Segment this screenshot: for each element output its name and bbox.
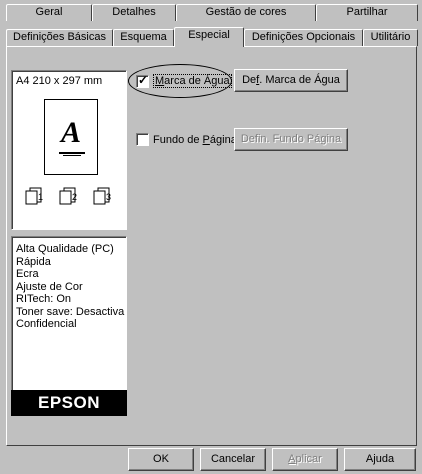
- accelerator-key: P: [202, 133, 210, 146]
- tab-definicoes-opcionais[interactable]: Definições Opcionais: [244, 29, 363, 46]
- page-text-line: [59, 152, 85, 154]
- ok-button[interactable]: OK: [128, 448, 194, 471]
- cancel-button[interactable]: Cancelar: [200, 448, 266, 471]
- checkmark-icon: ✓: [138, 72, 149, 87]
- copy-page-icon: 3: [93, 187, 111, 205]
- settings-list: Alta Qualidade (PC) Rápida Ecra Ajuste d…: [16, 243, 124, 331]
- page-glyph: A: [60, 116, 81, 149]
- tab-esquema[interactable]: Esquema: [113, 29, 174, 46]
- accelerator-key: A: [288, 453, 296, 465]
- list-item: Confidencial: [16, 318, 77, 330]
- paper-preview: A4 210 x 297 mm A 1 2 3: [11, 70, 127, 230]
- tab-especial[interactable]: Especial: [174, 27, 244, 47]
- tab-definicoes-basicas[interactable]: Definições Básicas: [6, 29, 113, 46]
- printer-properties-dialog: Geral Detalhes Gestão de cores Partilhar…: [0, 0, 422, 474]
- list-item: Alta Qualidade (PC): [16, 243, 114, 255]
- define-watermark-button[interactable]: Def. Marca de Água: [234, 69, 348, 92]
- list-item: RITech: On: [16, 293, 72, 305]
- list-item: Toner save: Desactiva: [16, 305, 125, 318]
- page-background-checkbox-row[interactable]: Fundo de Página: [136, 133, 237, 146]
- page-preview-icon: A: [44, 99, 98, 175]
- tab-row-back: Geral Detalhes Gestão de cores Partilhar: [6, 4, 418, 21]
- copy-number: 2: [72, 192, 77, 202]
- copy-page-icon: 1: [25, 187, 43, 205]
- epson-logo: EPSON: [11, 390, 127, 416]
- collate-copies-icon: 1 2 3: [24, 187, 120, 207]
- tab-partilhar[interactable]: Partilhar: [316, 4, 418, 21]
- page-background-checkbox[interactable]: [136, 133, 149, 146]
- page-text-line: [63, 155, 81, 156]
- tab-geral[interactable]: Geral: [6, 4, 92, 21]
- tab-gestao-de-cores[interactable]: Gestão de cores: [176, 4, 316, 21]
- apply-button[interactable]: Aplicar: [272, 448, 338, 471]
- tab-row-front: Definições Básicas Esquema Especial Defi…: [6, 27, 418, 47]
- help-button[interactable]: Ajuda: [344, 448, 416, 471]
- list-item: Ecra: [16, 268, 39, 280]
- watermark-label: Marca de Água: [153, 74, 232, 88]
- paper-size-label: A4 210 x 297 mm: [16, 75, 103, 87]
- accelerator-key: M: [155, 75, 165, 87]
- watermark-checkbox[interactable]: ✓: [136, 72, 149, 88]
- copy-page-icon: 2: [59, 187, 77, 205]
- settings-summary: Alta Qualidade (PC) Rápida Ecra Ajuste d…: [11, 236, 127, 416]
- page-background-label: Fundo de Página: [153, 133, 237, 146]
- list-item: Ajuste de Cor: [16, 280, 83, 293]
- tab-detalhes[interactable]: Detalhes: [92, 4, 176, 21]
- copy-number: 1: [38, 192, 43, 202]
- watermark-checkbox-row[interactable]: ✓ Marca de Água: [136, 72, 232, 88]
- define-page-background-button[interactable]: Defin. Fundo Página: [234, 128, 348, 151]
- copy-number: 3: [106, 192, 111, 202]
- list-item: Rápida: [16, 255, 51, 268]
- tab-utilitario[interactable]: Utilitário: [363, 29, 418, 46]
